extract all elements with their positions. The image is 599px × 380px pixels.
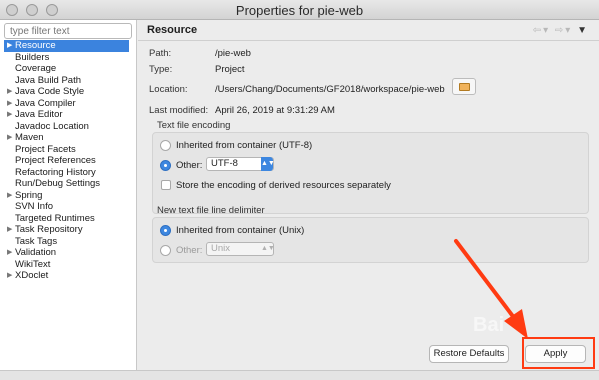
apply-highlight-box [522, 337, 595, 369]
sidebar-item[interactable]: Targeted Runtimes [0, 213, 137, 225]
sidebar-item-label: Run/Debug Settings [15, 178, 101, 189]
sidebar-item[interactable]: ▶ Maven [0, 132, 137, 144]
encoding-group: Inherited from container (UTF-8) Other: … [152, 132, 589, 214]
encoding-other-label: Other: [176, 160, 203, 171]
encoding-select-value: UTF-8 [211, 158, 238, 169]
properties-window: Properties for pie-web ▶ResourceBuilders… [0, 0, 599, 380]
sidebar-item-label: Task Repository [15, 224, 83, 235]
sidebar-item-label: Resource [15, 40, 56, 51]
sidebar-item-label: Validation [15, 247, 57, 258]
page-navigation: ⇦▾ ⇨▾ ▼ [533, 25, 589, 36]
delimiter-select[interactable]: Unix ▲▼ [206, 242, 275, 256]
expand-arrow-icon[interactable]: ▶ [7, 132, 12, 144]
watermark: Bai [473, 314, 505, 336]
view-menu-icon[interactable]: ▼ [577, 25, 589, 36]
path-value: /pie-web [215, 48, 251, 59]
expand-arrow-icon[interactable]: ▶ [7, 247, 12, 259]
sidebar-item[interactable]: Javadoc Location [0, 121, 137, 133]
sidebar-item[interactable]: ▶ XDoclet [0, 270, 137, 282]
delimiter-select-value: Unix [211, 243, 231, 254]
sidebar-item-label: Java Editor [15, 109, 63, 120]
delimiter-other-label: Other: [176, 245, 203, 256]
window-title: Properties for pie-web [235, 3, 364, 18]
expand-arrow-icon[interactable]: ▶ [7, 40, 12, 52]
expand-arrow-icon[interactable]: ▶ [7, 224, 12, 236]
show-in-finder-button[interactable] [452, 78, 476, 95]
sidebar-item-label: SVN Info [15, 201, 54, 212]
sidebar-item-label: Task Tags [15, 235, 58, 247]
type-value: Project [215, 64, 245, 75]
forward-arrow-icon[interactable]: ⇨▾ [555, 25, 572, 36]
sidebar: ▶ResourceBuildersCoverageJava Build Path… [0, 20, 137, 370]
sidebar-item-label: Builders [15, 51, 50, 63]
sidebar-item[interactable]: Project Facets [0, 144, 137, 156]
sidebar-item[interactable]: Project References [0, 155, 137, 167]
page-title: Resource [147, 24, 198, 36]
sidebar-item[interactable]: Builders [0, 52, 137, 64]
encoding-inherited-label: Inherited from container (UTF-8) [176, 140, 313, 151]
sidebar-item[interactable]: ▶ Task Repository [0, 224, 137, 236]
last-modified-label: Last modified: [149, 105, 209, 116]
sidebar-item-label: Javadoc Location [15, 120, 89, 132]
sidebar-item[interactable]: SVN Info [0, 201, 137, 213]
chevron-down-icon: ▲▼ [261, 157, 275, 171]
expand-arrow-icon[interactable]: ▶ [7, 98, 12, 110]
expand-arrow-icon[interactable]: ▶ [7, 270, 12, 282]
header-divider [138, 40, 599, 41]
location-label: Location: [149, 84, 188, 95]
delimiter-inherited-radio[interactable] [160, 225, 171, 236]
expand-arrow-icon[interactable]: ▶ [7, 86, 12, 98]
filter-input[interactable] [4, 23, 132, 39]
sidebar-item-label: Refactoring History [15, 166, 96, 178]
sidebar-item-label: WikiText [15, 258, 51, 270]
sidebar-item[interactable]: Refactoring History [0, 167, 137, 179]
sidebar-item[interactable]: ▶ Resource [4, 40, 129, 52]
expand-arrow-icon[interactable]: ▶ [7, 190, 12, 202]
sidebar-item-label: Coverage [15, 63, 57, 74]
store-encoding-checkbox[interactable] [161, 180, 171, 190]
sidebar-item-label: Maven [15, 132, 44, 143]
encoding-section-label: Text file encoding [157, 120, 231, 131]
sidebar-item[interactable]: ▶ Java Editor [0, 109, 137, 121]
sidebar-item[interactable]: ▶ Java Compiler [0, 98, 137, 110]
sidebar-item-label: Java Compiler [15, 97, 76, 109]
restore-defaults-button[interactable]: Restore Defaults [429, 345, 509, 363]
expand-arrow-icon[interactable]: ▶ [7, 109, 12, 121]
delimiter-section-label: New text file line delimiter [157, 205, 265, 216]
bottom-bar [0, 370, 599, 380]
sidebar-item[interactable]: ▶ Spring [0, 190, 137, 202]
delimiter-other-radio[interactable] [160, 245, 171, 256]
sidebar-item[interactable]: Task Tags [0, 236, 137, 248]
last-modified-value: April 26, 2019 at 9:31:29 AM [215, 105, 335, 116]
sidebar-item[interactable]: ▶ Java Code Style [0, 86, 137, 98]
chevron-down-icon: ▲▼ [261, 245, 275, 252]
sidebar-item-label: Project Facets [15, 143, 76, 155]
encoding-inherited-radio[interactable] [160, 140, 171, 151]
type-label: Type: [149, 64, 173, 75]
sidebar-item[interactable]: Coverage [0, 63, 137, 75]
delimiter-inherited-label: Inherited from container (Unix) [176, 225, 305, 236]
sidebar-item[interactable]: ▶ Validation [0, 247, 137, 259]
sidebar-item-label: Project References [15, 155, 96, 166]
sidebar-item[interactable]: Java Build Path [0, 75, 137, 87]
sidebar-item[interactable]: Run/Debug Settings [0, 178, 137, 190]
encoding-select[interactable]: UTF-8 ▲▼ [206, 157, 275, 171]
sidebar-item-label: XDoclet [15, 270, 49, 281]
path-label: Path: [149, 48, 172, 59]
sidebar-item-label: Java Build Path [15, 74, 82, 86]
sidebar-item-label: Targeted Runtimes [15, 212, 95, 224]
sidebar-item-label: Spring [15, 189, 43, 201]
folder-icon [459, 83, 470, 91]
main-panel: Resource ⇦▾ ⇨▾ ▼ Path: /pie-web Type: Pr… [138, 20, 599, 370]
encoding-other-radio[interactable] [160, 160, 171, 171]
title-bar: Properties for pie-web [0, 0, 599, 20]
back-arrow-icon[interactable]: ⇦▾ [533, 25, 550, 36]
property-tree: ▶ Resource Builders Coverage Java Build Path… [0, 40, 137, 282]
sidebar-item[interactable]: WikiText [0, 259, 137, 271]
store-encoding-label: Store the encoding of derived resources … [176, 180, 391, 191]
sidebar-item-label: Java Code Style [15, 86, 85, 97]
location-value: /Users/Chang/Documents/GF2018/workspace/… [215, 84, 445, 95]
